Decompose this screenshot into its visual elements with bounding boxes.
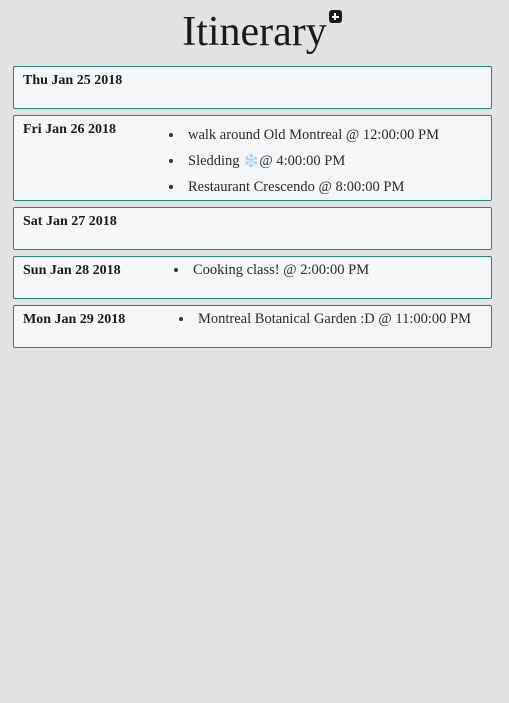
day-date: Sat Jan 27 2018 <box>23 214 117 229</box>
add-icon[interactable] <box>328 10 342 23</box>
event-item[interactable]: Cooking class! @ 2:00:00 PM <box>174 257 491 283</box>
page-title-text: Itinerary <box>182 9 327 55</box>
day-date: Mon Jan 29 2018 <box>23 312 126 327</box>
event-item[interactable]: Montreal Botanical Garden :D @ 11:00:00 … <box>179 306 491 332</box>
day-card-mon: Mon Jan 29 2018 Montreal Botanical Garde… <box>13 305 492 348</box>
day-card-fri: Fri Jan 26 2018 walk around Old Montreal… <box>13 115 492 201</box>
event-item[interactable]: Sledding ❄️@ 4:00:00 PM <box>169 148 491 174</box>
snowflake-icon: ❄️ <box>243 153 260 168</box>
day-list: Thu Jan 25 2018 Fri Jan 26 2018 walk aro… <box>0 66 509 348</box>
page-title: Itinerary <box>182 8 342 56</box>
event-time: 2:00:00 PM <box>300 262 370 278</box>
event-time: 12:00:00 PM <box>362 127 439 143</box>
event-name: walk around Old Montreal <box>188 127 343 143</box>
day-card-thu: Thu Jan 25 2018 <box>13 66 492 109</box>
event-time: 4:00:00 PM <box>276 153 346 169</box>
event-item[interactable]: Restaurant Crescendo @ 8:00:00 PM <box>169 174 491 200</box>
event-name: Restaurant Crescendo <box>188 179 315 195</box>
event-name: Cooking class! <box>193 262 280 278</box>
event-name: Sledding <box>188 153 240 169</box>
event-time: 8:00:00 PM <box>335 179 405 195</box>
page-header: Itinerary <box>0 0 509 66</box>
event-item[interactable]: walk around Old Montreal @ 12:00:00 PM <box>169 122 491 148</box>
day-card-sun: Sun Jan 28 2018 Cooking class! @ 2:00:00… <box>13 256 492 299</box>
day-date: Fri Jan 26 2018 <box>23 122 116 137</box>
day-card-sat: Sat Jan 27 2018 <box>13 207 492 250</box>
day-date: Thu Jan 25 2018 <box>23 73 123 88</box>
day-date: Sun Jan 28 2018 <box>23 263 121 278</box>
event-name: Montreal Botanical Garden :D <box>198 311 375 327</box>
event-time: 11:00:00 PM <box>395 311 471 327</box>
